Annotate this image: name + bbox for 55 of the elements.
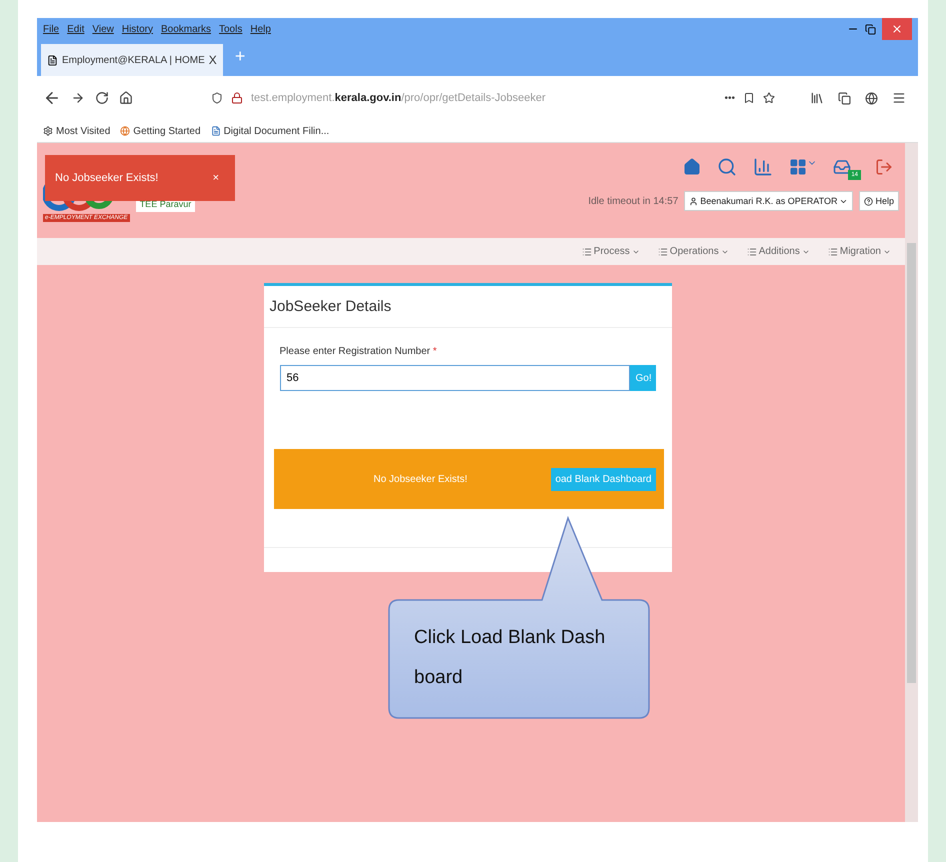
field-label: Please enter Registration Number *: [278, 345, 438, 357]
reload-icon[interactable]: [95, 91, 109, 105]
forward-icon[interactable]: [71, 91, 85, 105]
inbox-icon[interactable]: [833, 158, 851, 176]
home-icon[interactable]: [119, 91, 133, 105]
extension-icon[interactable]: [865, 92, 878, 104]
lock-icon: [231, 92, 243, 104]
menu-item[interactable]: File: [43, 24, 60, 34]
shield-icon: [211, 92, 223, 104]
menu-item[interactable]: View: [92, 24, 114, 34]
tab-title: Employment@KERALA | HOME: [62, 54, 205, 66]
toast-message: No Jobseeker Exists!: [55, 172, 158, 184]
gear-icon: [43, 126, 53, 136]
nav-menu-item[interactable]: Additions: [746, 246, 810, 257]
help-button[interactable]: Help: [859, 191, 899, 211]
alert-message: No Jobseeker Exists!: [374, 474, 468, 484]
document-icon: [210, 126, 221, 136]
callout-text: Click Load Blank Dash board: [414, 626, 606, 690]
bookmark-item[interactable]: Getting Started: [120, 126, 201, 136]
close-window-button[interactable]: [882, 18, 912, 40]
menu-item[interactable]: History: [122, 24, 153, 34]
back-icon[interactable]: [43, 89, 61, 107]
card-title: JobSeeker Details: [264, 286, 672, 328]
close-tab-button[interactable]: X: [208, 53, 217, 67]
url-text: test.employment.kerala.gov.in/pro/opr/getDetails-Jobseeker: [251, 92, 546, 104]
scrollbar-thumb[interactable]: [907, 243, 916, 683]
restore-icon[interactable]: [865, 24, 876, 34]
library-icon[interactable]: [810, 91, 824, 105]
menu-item[interactable]: Bookmarks: [160, 24, 211, 34]
bar-chart-icon[interactable]: [753, 157, 773, 177]
star-icon[interactable]: [763, 92, 775, 104]
globe-icon: [120, 126, 130, 136]
nav-menu-item[interactable]: Operations: [658, 246, 729, 257]
logout-icon[interactable]: [875, 158, 893, 176]
bookmark-item[interactable]: Digital Document Filin...: [210, 126, 330, 136]
toast-close-button[interactable]: ×: [206, 171, 225, 185]
menu-icon[interactable]: [892, 91, 906, 105]
close-icon: [891, 23, 903, 35]
bookmark-item[interactable]: Most Visited: [43, 126, 110, 136]
menu-item[interactable]: Tools: [219, 24, 242, 34]
menu-item[interactable]: Help: [250, 24, 271, 34]
page-icon: [47, 54, 58, 66]
user-icon: [689, 196, 698, 206]
browser-tab[interactable]: Employment@KERALA | HOME X: [41, 44, 223, 76]
help-icon: [864, 196, 874, 206]
idle-timeout: Idle timeout in 14:57: [588, 196, 678, 206]
more-button[interactable]: •••: [724, 92, 735, 104]
nav-menu-item[interactable]: Migration: [828, 246, 891, 257]
search-icon[interactable]: [717, 157, 737, 177]
user-menu-button[interactable]: Beenakumari R.K. as OPERATOR: [684, 191, 854, 211]
grid-icon[interactable]: [789, 158, 817, 176]
nav-menu-item[interactable]: Process: [582, 246, 640, 257]
registration-number-field[interactable]: 56: [280, 365, 630, 391]
sidebar-icon[interactable]: [838, 92, 851, 104]
menu-item[interactable]: Edit: [67, 24, 84, 34]
